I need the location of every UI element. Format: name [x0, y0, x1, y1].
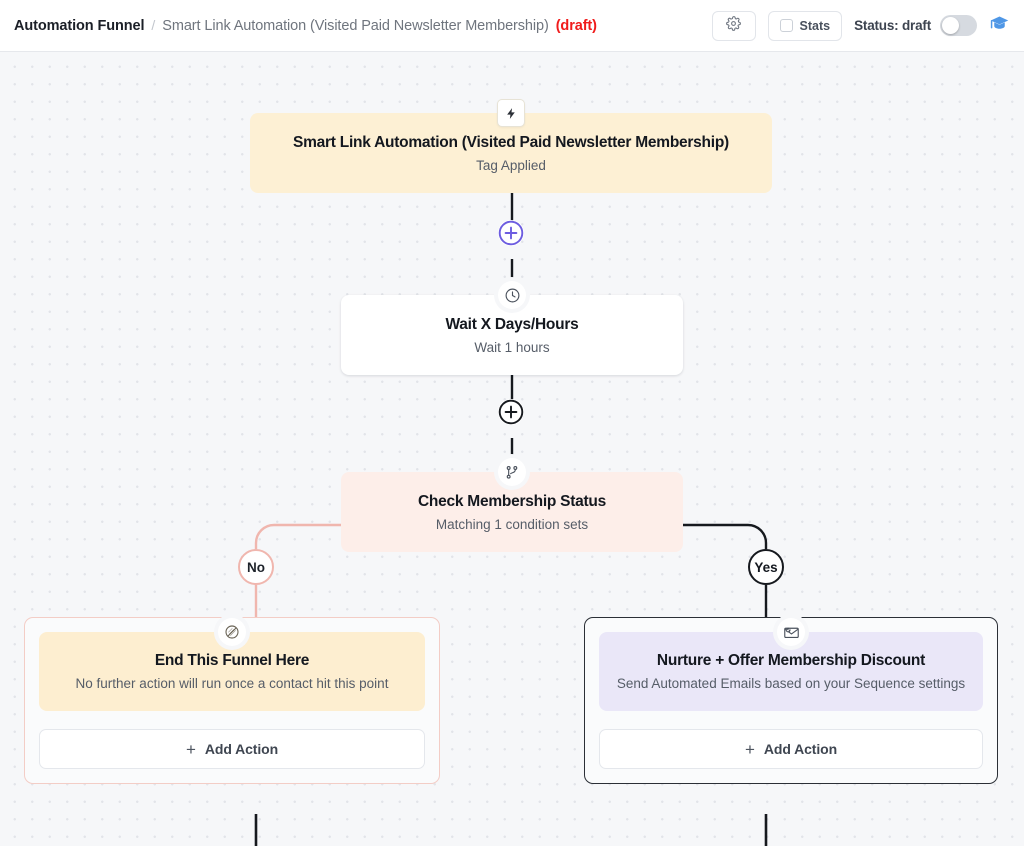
status-toggle-switch[interactable]	[940, 15, 977, 36]
add-action-button-no[interactable]: + Add Action	[39, 729, 425, 770]
stats-label: Stats	[799, 18, 831, 33]
add-step-button-2[interactable]	[498, 399, 524, 425]
condition-node-subtitle: Matching 1 condition sets	[435, 517, 589, 533]
settings-button[interactable]	[711, 10, 756, 41]
plus-circle-icon	[498, 220, 524, 246]
nurture-email-node[interactable]: Nurture + Offer Membership Discount Send…	[599, 618, 983, 712]
status-label: Status: draft	[854, 18, 931, 33]
clock-icon	[498, 281, 526, 309]
gear-icon	[726, 15, 741, 36]
breadcrumb-current-title: Smart Link Automation (Visited Paid News…	[162, 18, 549, 34]
condition-node-title: Check Membership Status	[417, 493, 607, 510]
end-funnel-node[interactable]: End This Funnel Here No further action w…	[39, 618, 425, 712]
flow-canvas[interactable]: Smart Link Automation (Visited Paid News…	[0, 52, 1024, 846]
lightning-bolt-icon	[497, 99, 525, 127]
stats-checkbox[interactable]	[779, 19, 793, 32]
plus-circle-icon	[498, 399, 524, 425]
top-bar-actions: Stats Status: draft	[711, 10, 1010, 41]
plus-icon: +	[185, 739, 196, 759]
help-tutorial-button[interactable]	[989, 13, 1010, 39]
no-entry-icon	[218, 618, 246, 646]
breadcrumb-draft-badge: (draft)	[555, 18, 597, 34]
add-action-button-yes[interactable]: + Add Action	[599, 729, 983, 770]
wait-node-title: Wait X Days/Hours	[445, 316, 579, 333]
branch-split-icon	[498, 458, 526, 486]
stats-toggle-button[interactable]: Stats	[767, 10, 843, 41]
branch-label-no[interactable]: No	[238, 549, 274, 585]
branch-container-yes: Nurture + Offer Membership Discount Send…	[584, 617, 998, 785]
breadcrumb-root-link[interactable]: Automation Funnel	[14, 18, 145, 34]
trigger-node[interactable]: Smart Link Automation (Visited Paid News…	[250, 99, 772, 193]
trigger-node-subtitle: Tag Applied	[476, 158, 546, 174]
add-action-label: Add Action	[204, 741, 279, 758]
graduation-cap-icon	[989, 13, 1010, 39]
status-control: Status: draft	[854, 15, 977, 36]
nurture-email-title: Nurture + Offer Membership Discount	[656, 652, 926, 669]
wait-node-subtitle: Wait 1 hours	[474, 340, 550, 356]
branch-label-yes[interactable]: Yes	[748, 549, 784, 585]
trigger-node-title: Smart Link Automation (Visited Paid News…	[293, 134, 729, 151]
add-action-label: Add Action	[763, 741, 838, 758]
wait-node[interactable]: Wait X Days/Hours Wait 1 hours	[341, 281, 683, 375]
plus-icon: +	[744, 739, 755, 759]
nurture-email-subtitle: Send Automated Emails based on your Sequ…	[616, 676, 966, 691]
top-bar: Automation Funnel / Smart Link Automatio…	[0, 0, 1024, 52]
end-funnel-subtitle: No further action will run once a contac…	[75, 676, 389, 691]
breadcrumb: Automation Funnel / Smart Link Automatio…	[14, 17, 712, 34]
add-step-button-1[interactable]	[498, 220, 524, 246]
automation-flow: Smart Link Automation (Visited Paid News…	[0, 52, 1024, 846]
email-check-icon	[777, 618, 805, 646]
end-funnel-title: End This Funnel Here	[154, 652, 310, 669]
condition-node[interactable]: Check Membership Status Matching 1 condi…	[341, 458, 683, 552]
branch-container-no: End This Funnel Here No further action w…	[24, 617, 440, 785]
breadcrumb-separator: /	[151, 17, 156, 33]
